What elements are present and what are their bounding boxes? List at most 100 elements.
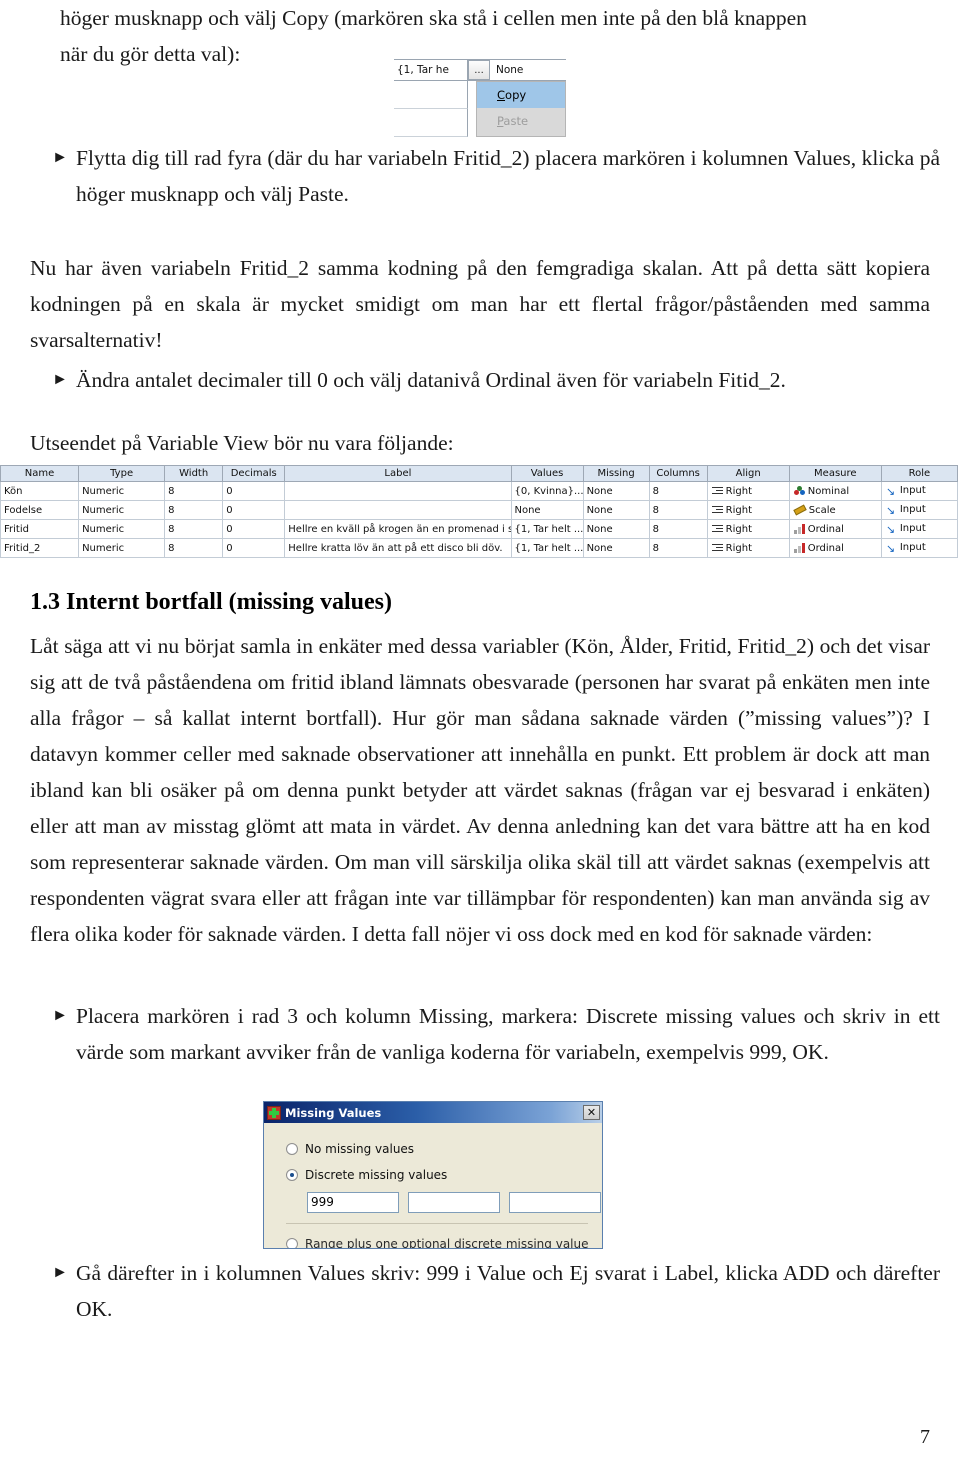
paragraph-2-text: Utseendet på Variable View bör nu vara f…	[30, 431, 454, 455]
cell-align[interactable]: Right	[706, 500, 790, 520]
cell-decimals[interactable]: 0	[222, 481, 286, 501]
radio-no-missing-values[interactable]: No missing values	[286, 1137, 602, 1161]
cell-columns[interactable]: 8	[648, 519, 708, 539]
cell-align-label: Right	[725, 485, 753, 497]
cell-role[interactable]: ↘ Input	[880, 538, 959, 558]
bullet-marker-icon-4: ►	[52, 1264, 68, 1281]
table-row[interactable]: Kön Numeric 8 0 {0, Kvinna}... None 8 Ri…	[0, 481, 959, 501]
dialog-divider	[286, 1223, 588, 1224]
variable-view-grid: Name Type Width Decimals Label Values Mi…	[0, 465, 959, 558]
cell-width[interactable]: 8	[164, 519, 224, 539]
cell-width[interactable]: 8	[164, 481, 224, 501]
cell-type[interactable]: Numeric	[78, 538, 166, 558]
cell-decimals[interactable]: 0	[222, 538, 286, 558]
cell-measure[interactable]: Ordinal	[788, 519, 882, 539]
ordinal-icon	[793, 542, 805, 553]
bullet-4-text: Gå därefter in i kolumnen Values skriv: …	[76, 1261, 940, 1321]
input-arrow-icon: ↘	[885, 542, 896, 555]
discrete-value-field-2[interactable]	[408, 1192, 500, 1213]
values-cell-text[interactable]: {1, Tar he	[394, 60, 468, 80]
col-header-label[interactable]: Label	[284, 465, 512, 482]
col-header-decimals[interactable]: Decimals	[222, 465, 286, 482]
cell-name[interactable]: Kön	[0, 481, 80, 501]
cell-values[interactable]: {0, Kvinna}...	[510, 481, 584, 501]
bullet-item-1: ► Flytta dig till rad fyra (där du har v…	[40, 140, 940, 212]
col-header-role[interactable]: Role	[880, 465, 959, 482]
cell-values[interactable]: {1, Tar helt ...	[510, 519, 584, 539]
cell-type[interactable]: Numeric	[78, 500, 166, 520]
context-menu: Copy Paste	[476, 81, 566, 137]
cell-columns[interactable]: 8	[648, 538, 708, 558]
align-icon	[711, 524, 723, 534]
section-heading-block: 1.3 Internt bortfall (missing values)	[30, 585, 930, 619]
cell-label[interactable]: Hellre en kväll på krogen än en promenad…	[284, 519, 512, 539]
cell-width[interactable]: 8	[164, 538, 224, 558]
cell-values[interactable]: {1, Tar helt ...	[510, 538, 584, 558]
col-header-values[interactable]: Values	[510, 465, 584, 482]
values-ellipsis-button[interactable]: ...	[468, 60, 490, 80]
cell-label[interactable]: Hellre kratta löv än att på ett disco bl…	[284, 538, 512, 558]
radio-discrete-missing-values-label: Discrete missing values	[305, 1168, 448, 1182]
nominal-icon	[793, 485, 805, 496]
radio-button-icon[interactable]	[286, 1143, 298, 1155]
cell-columns[interactable]: 8	[648, 481, 708, 501]
intro-line-1: höger musknapp och välj Copy (markören s…	[60, 6, 807, 30]
cell-role[interactable]: ↘ Input	[880, 519, 959, 539]
cell-role-label: Input	[899, 523, 926, 534]
cell-align-label: Right	[725, 542, 753, 554]
cell-measure[interactable]: Scale	[788, 500, 882, 520]
page-number: 7	[920, 1426, 930, 1448]
cell-missing[interactable]: None	[582, 538, 650, 558]
context-menu-item-copy[interactable]: Copy	[477, 82, 565, 108]
cell-align[interactable]: Right	[706, 538, 790, 558]
table-row[interactable]: Fritid_2 Numeric 8 0 Hellre kratta löv ä…	[0, 538, 959, 558]
cell-align[interactable]: Right	[706, 519, 790, 539]
col-header-name[interactable]: Name	[0, 465, 80, 482]
cell-label[interactable]	[284, 500, 512, 520]
cell-type[interactable]: Numeric	[78, 519, 166, 539]
col-header-missing[interactable]: Missing	[582, 465, 650, 482]
table-row[interactable]: Fritid Numeric 8 0 Hellre en kväll på kr…	[0, 519, 959, 539]
cell-name[interactable]: Fritid_2	[0, 538, 80, 558]
cell-width[interactable]: 8	[164, 500, 224, 520]
radio-button-icon-range[interactable]	[286, 1238, 298, 1248]
cell-values[interactable]: None	[510, 500, 584, 520]
col-header-align[interactable]: Align	[706, 465, 790, 482]
cell-name[interactable]: Fritid	[0, 519, 80, 539]
cell-missing[interactable]: None	[582, 500, 650, 520]
col-header-type[interactable]: Type	[78, 465, 166, 482]
cell-decimals[interactable]: 0	[222, 519, 286, 539]
spss-context-menu-screenshot: {1, Tar he ... None Copy Paste	[394, 59, 566, 137]
cell-align-label: Right	[725, 504, 753, 516]
bullet-marker-icon-2: ►	[52, 371, 68, 388]
cell-missing[interactable]: None	[582, 519, 650, 539]
context-menu-item-paste: Paste	[497, 114, 529, 128]
col-header-width[interactable]: Width	[164, 465, 224, 482]
cell-columns[interactable]: 8	[648, 500, 708, 520]
cell-name[interactable]: Fodelse	[0, 500, 80, 520]
radio-button-selected-icon[interactable]	[286, 1169, 298, 1181]
cell-role[interactable]: ↘ Input	[880, 481, 959, 501]
close-icon[interactable]: ✕	[583, 1105, 600, 1120]
table-row[interactable]: Fodelse Numeric 8 0 None None 8 Right Sc…	[0, 500, 959, 520]
radio-range-plus-discrete[interactable]: Range plus one optional discrete missing…	[286, 1232, 602, 1248]
context-menu-paste-rest: aste	[503, 114, 529, 128]
discrete-value-field-1[interactable]: 999	[307, 1192, 399, 1213]
col-header-columns[interactable]: Columns	[648, 465, 708, 482]
cell-role-label: Input	[899, 504, 926, 515]
cell-measure[interactable]: Nominal	[788, 481, 882, 501]
missing-cell-text[interactable]: None	[490, 60, 566, 80]
cell-align[interactable]: Right	[706, 481, 790, 501]
cell-type[interactable]: Numeric	[78, 481, 166, 501]
cell-missing[interactable]: None	[582, 481, 650, 501]
paragraph-2: Utseendet på Variable View bör nu vara f…	[30, 425, 930, 461]
cell-label[interactable]	[284, 481, 512, 501]
cell-role[interactable]: ↘ Input	[880, 500, 959, 520]
discrete-value-field-3[interactable]	[509, 1192, 601, 1213]
cell-decimals[interactable]: 0	[222, 500, 286, 520]
document-page: höger musknapp och välj Copy (markören s…	[0, 0, 960, 1478]
col-header-measure[interactable]: Measure	[788, 465, 882, 482]
cell-measure[interactable]: Ordinal	[788, 538, 882, 558]
paragraph-1-text: Nu har även variabeln Fritid_2 samma kod…	[30, 256, 930, 352]
radio-discrete-missing-values[interactable]: Discrete missing values	[286, 1163, 602, 1187]
